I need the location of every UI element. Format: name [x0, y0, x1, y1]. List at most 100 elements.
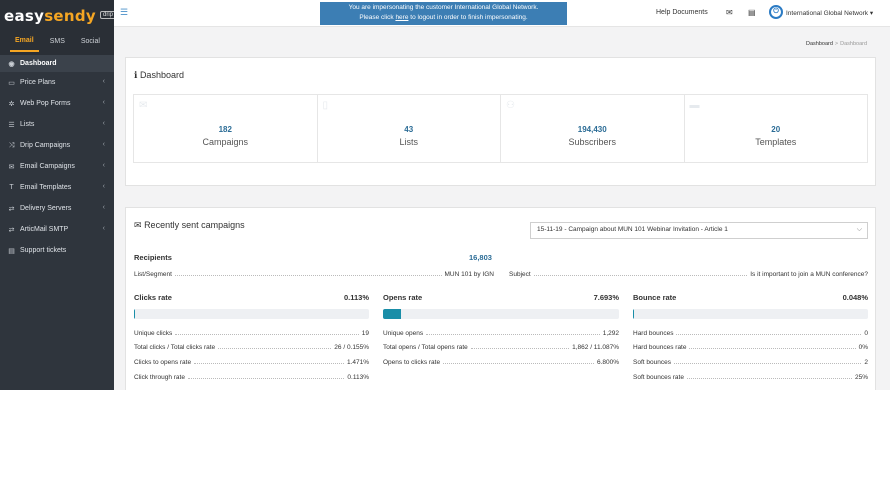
help-documents-link[interactable]: Help Documents	[656, 9, 708, 16]
sidebar-item-drip-campaigns[interactable]: ⤨ Drip Campaigns ‹	[0, 135, 114, 156]
dotted-leader	[218, 348, 332, 349]
metric-label: Click through rate	[134, 374, 185, 381]
metric-value: 1,862 / 11.087%	[572, 344, 619, 351]
sidebar-item-email-templates[interactable]: T Email Templates ‹	[0, 177, 114, 198]
sidebar-item-articmail-smtp[interactable]: ⇄ ArticMail SMTP ‹	[0, 219, 114, 240]
sidebar-item-label: Web Pop Forms	[20, 100, 71, 107]
bounce-rate-value: 0.048%	[842, 293, 868, 302]
chevron-left-icon: ‹	[102, 78, 105, 85]
recipients-label: Recipients	[134, 253, 172, 262]
subject-row: Subject Is it important to join a MUN con…	[509, 267, 868, 278]
clicks-rate-title: Clicks rate	[134, 293, 172, 302]
stat-templates[interactable]: ▬ 20 Templates	[685, 95, 868, 162]
metric-value: 1.471%	[346, 359, 369, 366]
sidebar-item-lists[interactable]: ☰ Lists ‹	[0, 114, 114, 135]
opens-rate-title: Opens rate	[383, 293, 423, 302]
sidebar-item-dashboard[interactable]: ◉ Dashboard	[0, 55, 114, 72]
metric-label: Soft bounces rate	[633, 374, 684, 381]
metric-label: Total opens / Total opens rate	[383, 344, 468, 351]
metric-value: 25%	[854, 374, 868, 381]
impersonation-banner: You are impersonating the customer Inter…	[320, 2, 567, 25]
sidebar-item-price-plans[interactable]: ▭ Price Plans ‹	[0, 72, 114, 93]
impersonation-logout-line: Please click here to logout in order to …	[320, 13, 567, 23]
breadcrumb-root[interactable]: Dashboard	[806, 41, 833, 47]
account-menu[interactable]: International Global Network ▾	[786, 9, 873, 17]
tab-email[interactable]: Email	[10, 30, 39, 52]
stat-lists[interactable]: ▯ 43 Lists	[318, 95, 501, 162]
breadcrumb: Dashboard > Dashboard	[806, 41, 867, 47]
stats-row: ✉ 182 Campaigns ▯ 43 Lists ⚇ 194,430 Sub…	[133, 94, 868, 163]
metric-row: Unique opens 1,292	[383, 326, 619, 337]
chevron-left-icon: ‹	[102, 183, 105, 190]
panel-title: ℹ Dashboard	[134, 70, 184, 81]
metric-value: 0	[864, 330, 868, 337]
metric-row: Total clicks / Total clicks rate 26 / 0.1…	[134, 340, 369, 351]
metric-value: 1,292	[602, 330, 619, 337]
sidebar-item-email-campaigns[interactable]: ✉ Email Campaigns ‹	[0, 156, 114, 177]
impersonation-message: You are impersonating the customer Inter…	[348, 4, 539, 11]
exchange-icon: ⇄	[8, 226, 15, 234]
exchange-icon: ⇄	[8, 205, 15, 213]
metric-value: 0.113%	[347, 374, 369, 381]
campaign-select[interactable]: 15-11-19 - Campaign about MUN 101 Webina…	[530, 222, 868, 239]
chevron-left-icon: ‹	[102, 204, 105, 211]
dashboard-icon: ◉	[8, 60, 15, 68]
chevron-left-icon: ‹	[102, 225, 105, 232]
ticket-icon: ▤	[8, 247, 15, 255]
metric-row: Clicks to opens rate 1.471%	[134, 355, 369, 366]
metric-row: Hard bounces 0	[633, 326, 868, 337]
chevron-down-icon: ⌵	[856, 226, 862, 233]
recipients-value: 16,803	[469, 253, 492, 262]
stat-label: Subscribers	[568, 137, 617, 147]
chevron-left-icon: ‹	[102, 162, 105, 169]
dotted-leader	[686, 378, 852, 379]
metric-row: Click through rate 0.113%	[134, 370, 369, 381]
sidebar-item-support-tickets[interactable]: ▤ Support tickets	[0, 240, 114, 261]
dashboard-panel: ℹ Dashboard ✉ 182 Campaigns ▯ 43 Lists ⚇…	[125, 57, 876, 186]
metric-label: Soft bounces	[633, 359, 671, 366]
power-icon[interactable]: ⏻	[769, 5, 783, 19]
opens-progress-bar	[383, 309, 619, 319]
sidebar-item-delivery-servers[interactable]: ⇄ Delivery Servers ‹	[0, 198, 114, 219]
metric-value: 26 / 0.155%	[334, 344, 369, 351]
logo-sendy-text: sendy	[44, 6, 96, 25]
metric-label: Unique clicks	[134, 330, 173, 337]
tab-sms[interactable]: SMS	[45, 31, 70, 51]
sidebar-item-web-pop-forms[interactable]: ✲ Web Pop Forms ‹	[0, 93, 114, 114]
credit-card-icon: ▭	[8, 79, 15, 87]
dotted-leader	[470, 348, 570, 349]
sidebar-item-label: ArticMail SMTP	[20, 226, 69, 233]
clicks-rate-value: 0.113%	[343, 293, 369, 302]
sidebar-item-label: Dashboard	[20, 60, 57, 67]
opens-rate-value: 7.693%	[593, 293, 619, 302]
tab-social[interactable]: Social	[76, 31, 105, 51]
sidebar-item-label: Drip Campaigns	[20, 142, 71, 149]
sidebar-item-label: Email Campaigns	[20, 163, 75, 170]
envelope-icon[interactable]: ✉	[726, 8, 733, 17]
template-icon: ▬	[689, 100, 700, 111]
hamburger-menu-icon[interactable]: ☰	[120, 7, 128, 18]
dotted-leader	[187, 378, 345, 379]
app-frame: easy sendy drip Email SMS Social ◉ Dashbo…	[0, 0, 890, 390]
impersonation-suffix: to logout in order to finish impersonati…	[408, 14, 528, 21]
gear-icon: ✲	[8, 100, 15, 108]
subject-label: Subject	[509, 271, 531, 278]
opens-progress-fill	[383, 309, 402, 319]
stat-campaigns[interactable]: ✉ 182 Campaigns	[134, 95, 318, 162]
stat-value: 43	[404, 125, 414, 134]
metric-row: Opens to clicks rate 6.800%	[383, 355, 619, 366]
logo[interactable]: easy sendy drip	[0, 0, 117, 27]
sidebar-item-label: Price Plans	[20, 79, 56, 86]
logout-link[interactable]: here	[395, 14, 408, 21]
sidebar-item-label: Support tickets	[20, 247, 67, 254]
newspaper-icon[interactable]: ▤	[748, 8, 756, 17]
impersonation-prefix: Please click	[359, 14, 396, 21]
stat-subscribers[interactable]: ⚇ 194,430 Subscribers	[501, 95, 685, 162]
dotted-leader	[175, 334, 359, 335]
dotted-leader	[443, 363, 594, 364]
recent-campaigns-panel: ✉ Recently sent campaigns 15-11-19 - Cam…	[125, 207, 876, 390]
dotted-leader	[426, 334, 600, 335]
chevron-left-icon: ‹	[102, 120, 105, 127]
channel-tabs: Email SMS Social	[0, 27, 114, 55]
metric-row: Unique clicks 19	[134, 326, 369, 337]
